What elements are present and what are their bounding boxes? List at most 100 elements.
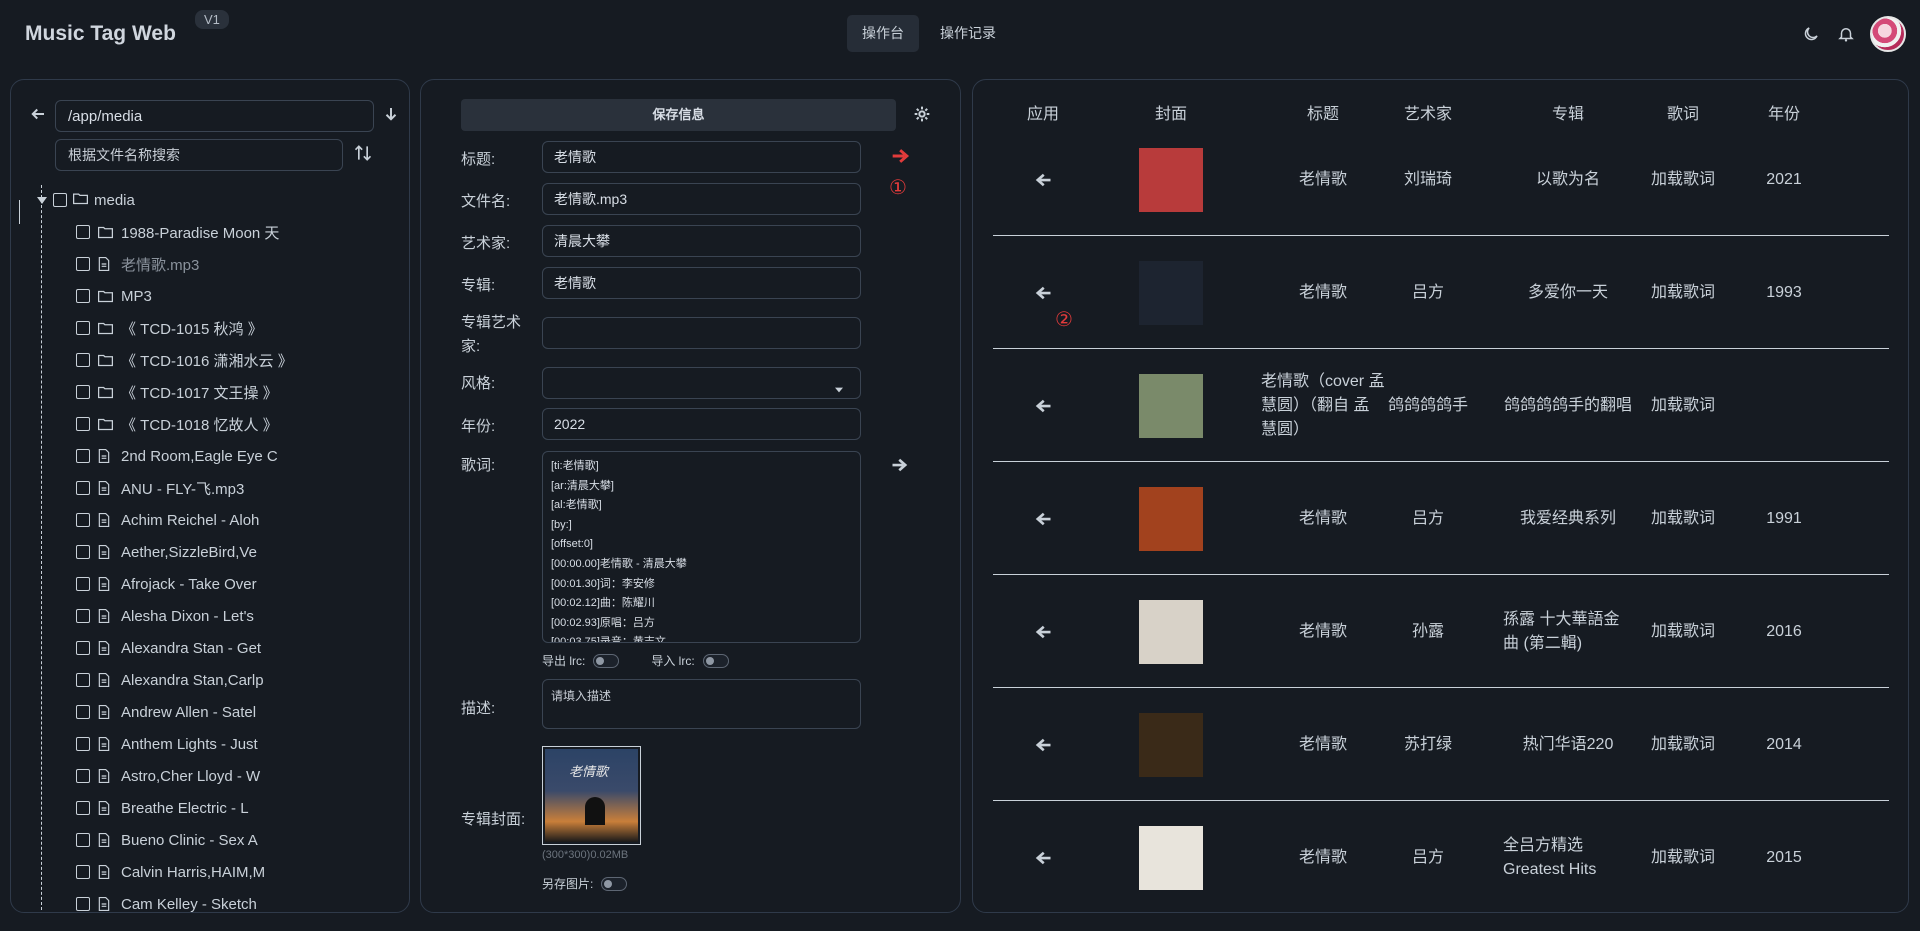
- tree-item[interactable]: 1988-Paradise Moon 天: [76, 217, 279, 247]
- avatar[interactable]: [1870, 16, 1906, 52]
- file-icon: [98, 513, 113, 528]
- lyrics-textarea[interactable]: [ti:老情歌] [ar:清晨大攀] [al:老情歌] [by:] [offset:0]…: [542, 451, 861, 643]
- tree-item[interactable]: Bueno Clinic - Sex A: [76, 825, 258, 855]
- tree-item[interactable]: Achim Reichel - Aloh: [76, 505, 259, 535]
- album-artist-field[interactable]: [542, 317, 861, 349]
- tree-root-label: media: [94, 191, 135, 209]
- tab-console[interactable]: 操作台: [847, 15, 919, 52]
- tree-item[interactable]: Cam Kelley - Sketch: [76, 889, 257, 912]
- load-lyrics-link[interactable]: 加载歌词: [1633, 688, 1733, 801]
- apply-arrow-red-icon[interactable]: [891, 147, 911, 169]
- tag-editor-panel: 保存信息 标题: 老情歌 ① 文件名: 老情歌.mp3 艺术家: 清晨大攀 专辑…: [420, 79, 961, 913]
- apply-arrow-icon[interactable]: [1034, 850, 1052, 870]
- artist-field[interactable]: 清晨大攀: [542, 225, 861, 257]
- caret-down-icon[interactable]: [37, 195, 47, 205]
- tree-item-checkbox[interactable]: [76, 833, 90, 847]
- tree-item[interactable]: Anthem Lights - Just: [76, 729, 258, 759]
- export-lrc-toggle[interactable]: [593, 653, 620, 668]
- tree-item-checkbox[interactable]: [76, 705, 90, 719]
- tree-item-checkbox[interactable]: [76, 417, 90, 431]
- moon-icon[interactable]: [1800, 23, 1822, 45]
- tree-item-checkbox[interactable]: [76, 577, 90, 591]
- tree-item-checkbox[interactable]: [76, 865, 90, 879]
- tree-item[interactable]: 老情歌.mp3: [76, 249, 199, 279]
- apply-arrow-icon[interactable]: [1034, 398, 1052, 418]
- load-lyrics-link[interactable]: 加载歌词: [1633, 801, 1733, 912]
- row-artist: 鸽鸽鸽鸽手: [1387, 396, 1468, 414]
- path-input[interactable]: [55, 100, 374, 132]
- apply-arrow-icon[interactable]: [1034, 285, 1052, 305]
- tree-item-checkbox[interactable]: [76, 289, 90, 303]
- tree-item-checkbox[interactable]: [76, 673, 90, 687]
- tree-item[interactable]: Andrew Allen - Satel: [76, 697, 256, 727]
- description-textarea[interactable]: 请填入描述: [542, 679, 861, 729]
- tree-root-node[interactable]: media: [37, 185, 135, 215]
- back-arrow-icon[interactable]: [29, 105, 47, 127]
- tree-item-checkbox[interactable]: [76, 897, 90, 911]
- load-lyrics-link[interactable]: 加载歌词: [1633, 349, 1733, 462]
- tree-item-checkbox[interactable]: [76, 449, 90, 463]
- apply-arrow-icon[interactable]: [1034, 172, 1052, 192]
- tree-item-checkbox[interactable]: [76, 321, 90, 335]
- tree-item[interactable]: Alesha Dixon - Let's: [76, 601, 254, 631]
- tree-item[interactable]: 《 TCD-1015 秋鸿 》: [76, 313, 263, 343]
- tree-item-checkbox[interactable]: [76, 641, 90, 655]
- tree-item[interactable]: Alexandra Stan,Carlp: [76, 665, 264, 695]
- apply-arrow-icon[interactable]: [1034, 737, 1052, 757]
- tree-item[interactable]: Breathe Electric - L: [76, 793, 249, 823]
- apply-lyrics-arrow-icon[interactable]: [891, 457, 909, 477]
- tree-item[interactable]: Aether,SizzleBird,Ve: [76, 537, 257, 567]
- apply-arrow-icon[interactable]: [1034, 511, 1052, 531]
- lyrics-line: [00:00.00]老情歌 - 清晨大攀: [551, 557, 687, 570]
- header-col-album: 专辑: [1551, 106, 1584, 123]
- tree-item-checkbox[interactable]: [76, 769, 90, 783]
- tree-item-checkbox[interactable]: [76, 513, 90, 527]
- tree-item[interactable]: Afrojack - Take Over: [76, 569, 257, 599]
- genre-select[interactable]: [542, 367, 861, 399]
- filename-search-input[interactable]: [55, 139, 343, 171]
- tree-item-checkbox[interactable]: [76, 801, 90, 815]
- file-icon: [98, 833, 113, 848]
- load-lyrics-link[interactable]: 加载歌词: [1633, 236, 1733, 349]
- save-image-toggle[interactable]: [601, 876, 628, 891]
- tree-guide-line: [19, 200, 20, 224]
- save-info-button[interactable]: 保存信息: [461, 99, 896, 131]
- load-lyrics-link[interactable]: 加载歌词: [1633, 462, 1733, 575]
- tree-root-checkbox[interactable]: [53, 193, 67, 207]
- tree-item-checkbox[interactable]: [76, 545, 90, 559]
- album-field[interactable]: 老情歌: [542, 267, 861, 299]
- load-lyrics-link[interactable]: 加载歌词: [1633, 123, 1733, 236]
- tree-item-checkbox[interactable]: [76, 737, 90, 751]
- filename-field[interactable]: 老情歌.mp3: [542, 183, 861, 215]
- tree-item-checkbox[interactable]: [76, 385, 90, 399]
- bell-icon[interactable]: [1835, 23, 1857, 45]
- album-cover-image[interactable]: [542, 746, 641, 845]
- file-icon: [98, 257, 113, 272]
- tree-item-checkbox[interactable]: [76, 257, 90, 271]
- tree-item[interactable]: 《 TCD-1016 潇湘水云 》: [76, 345, 293, 375]
- title-field[interactable]: 老情歌: [542, 141, 861, 173]
- import-lrc-toggle[interactable]: [702, 653, 729, 668]
- load-lyrics-link[interactable]: 加载歌词: [1633, 575, 1733, 688]
- lyrics-line: [ti:老情歌]: [551, 460, 599, 472]
- apply-arrow-icon[interactable]: [1034, 624, 1052, 644]
- tree-item-checkbox[interactable]: [76, 481, 90, 495]
- tree-item-label: Achim Reichel - Aloh: [121, 511, 260, 529]
- gear-icon[interactable]: [914, 106, 930, 126]
- tree-item[interactable]: 《 TCD-1017 文王操 》: [76, 377, 278, 407]
- tree-item[interactable]: Alexandra Stan - Get: [76, 633, 261, 663]
- tree-item-checkbox[interactable]: [76, 225, 90, 239]
- sort-icon[interactable]: [353, 143, 373, 167]
- tree-item[interactable]: 2nd Room,Eagle Eye C: [76, 441, 278, 471]
- year-field[interactable]: 2022: [542, 408, 861, 440]
- tree-item[interactable]: MP3: [76, 281, 152, 311]
- tree-item[interactable]: 《 TCD-1018 忆故人 》: [76, 409, 278, 439]
- download-arrow-icon[interactable]: [382, 105, 400, 127]
- tree-item[interactable]: Calvin Harris,HAIM,M: [76, 857, 265, 887]
- tab-history[interactable]: 操作记录: [925, 15, 1011, 52]
- tree-item-checkbox[interactable]: [76, 353, 90, 367]
- tree-item[interactable]: ANU - FLY-飞.mp3: [76, 473, 244, 503]
- file-icon: [98, 673, 113, 688]
- tree-item-checkbox[interactable]: [76, 609, 90, 623]
- tree-item[interactable]: Astro,Cher Lloyd - W: [76, 761, 260, 791]
